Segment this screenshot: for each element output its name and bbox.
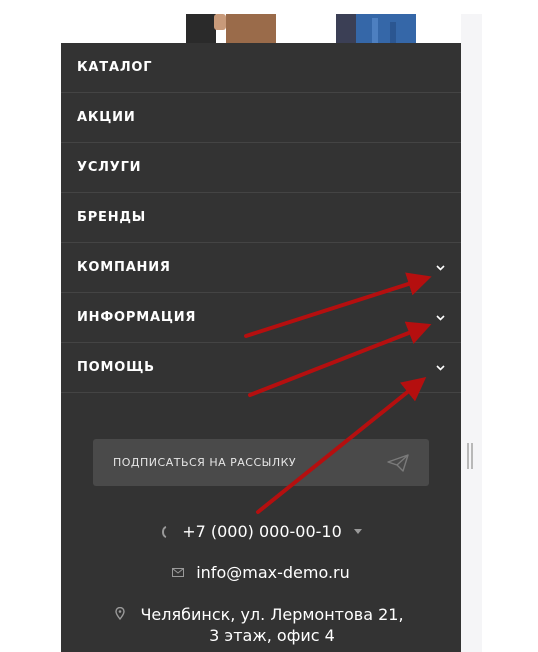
phone-icon [160, 525, 170, 538]
menu-item-label: КОМПАНИЯ [77, 260, 171, 275]
menu-item-brands[interactable]: БРЕНДЫ [61, 193, 461, 243]
address-row: Челябинск, ул. Лермонтова 21, 3 этаж, оф… [61, 604, 461, 646]
phone-row[interactable]: +7 (000) 000-00-10 [61, 522, 461, 541]
hero-banner-image [61, 0, 461, 43]
location-pin-icon [115, 607, 125, 620]
main-menu: КАТАЛОГ АКЦИИ УСЛУГИ БРЕНДЫ КОМПАНИЯ ИНФ… [61, 43, 461, 393]
resize-handle[interactable] [467, 443, 473, 469]
address-text: Челябинск, ул. Лермонтова 21, 3 этаж, оф… [140, 605, 404, 645]
menu-item-services[interactable]: УСЛУГИ [61, 143, 461, 193]
caret-down-icon[interactable] [353, 529, 362, 534]
chevron-down-icon[interactable] [435, 313, 445, 323]
subscribe-button[interactable]: ПОДПИСАТЬСЯ НА РАССЫЛКУ [93, 439, 429, 486]
chevron-down-icon[interactable] [435, 263, 445, 273]
menu-item-catalog[interactable]: КАТАЛОГ [61, 43, 461, 93]
subscribe-label: ПОДПИСАТЬСЯ НА РАССЫЛКУ [113, 456, 297, 469]
menu-item-promotions[interactable]: АКЦИИ [61, 93, 461, 143]
mobile-menu-panel: КАТАЛОГ АКЦИИ УСЛУГИ БРЕНДЫ КОМПАНИЯ ИНФ… [61, 0, 461, 652]
hero-photo [176, 14, 416, 43]
menu-item-company[interactable]: КОМПАНИЯ [61, 243, 461, 293]
chevron-down-icon[interactable] [435, 363, 445, 373]
menu-item-label: УСЛУГИ [77, 160, 142, 175]
menu-item-label: КАТАЛОГ [77, 60, 153, 75]
send-icon [387, 453, 409, 472]
menu-item-label: ПОМОЩЬ [77, 360, 155, 375]
email-address[interactable]: info@max-demo.ru [196, 563, 350, 582]
phone-number[interactable]: +7 (000) 000-00-10 [182, 522, 342, 541]
menu-item-label: ИНФОРМАЦИЯ [77, 310, 197, 325]
email-row[interactable]: info@max-demo.ru [61, 563, 461, 582]
mail-icon [172, 568, 185, 577]
page-side-strip [461, 14, 482, 652]
menu-item-information[interactable]: ИНФОРМАЦИЯ [61, 293, 461, 343]
menu-item-label: БРЕНДЫ [77, 210, 147, 225]
menu-item-help[interactable]: ПОМОЩЬ [61, 343, 461, 393]
menu-item-label: АКЦИИ [77, 110, 136, 125]
